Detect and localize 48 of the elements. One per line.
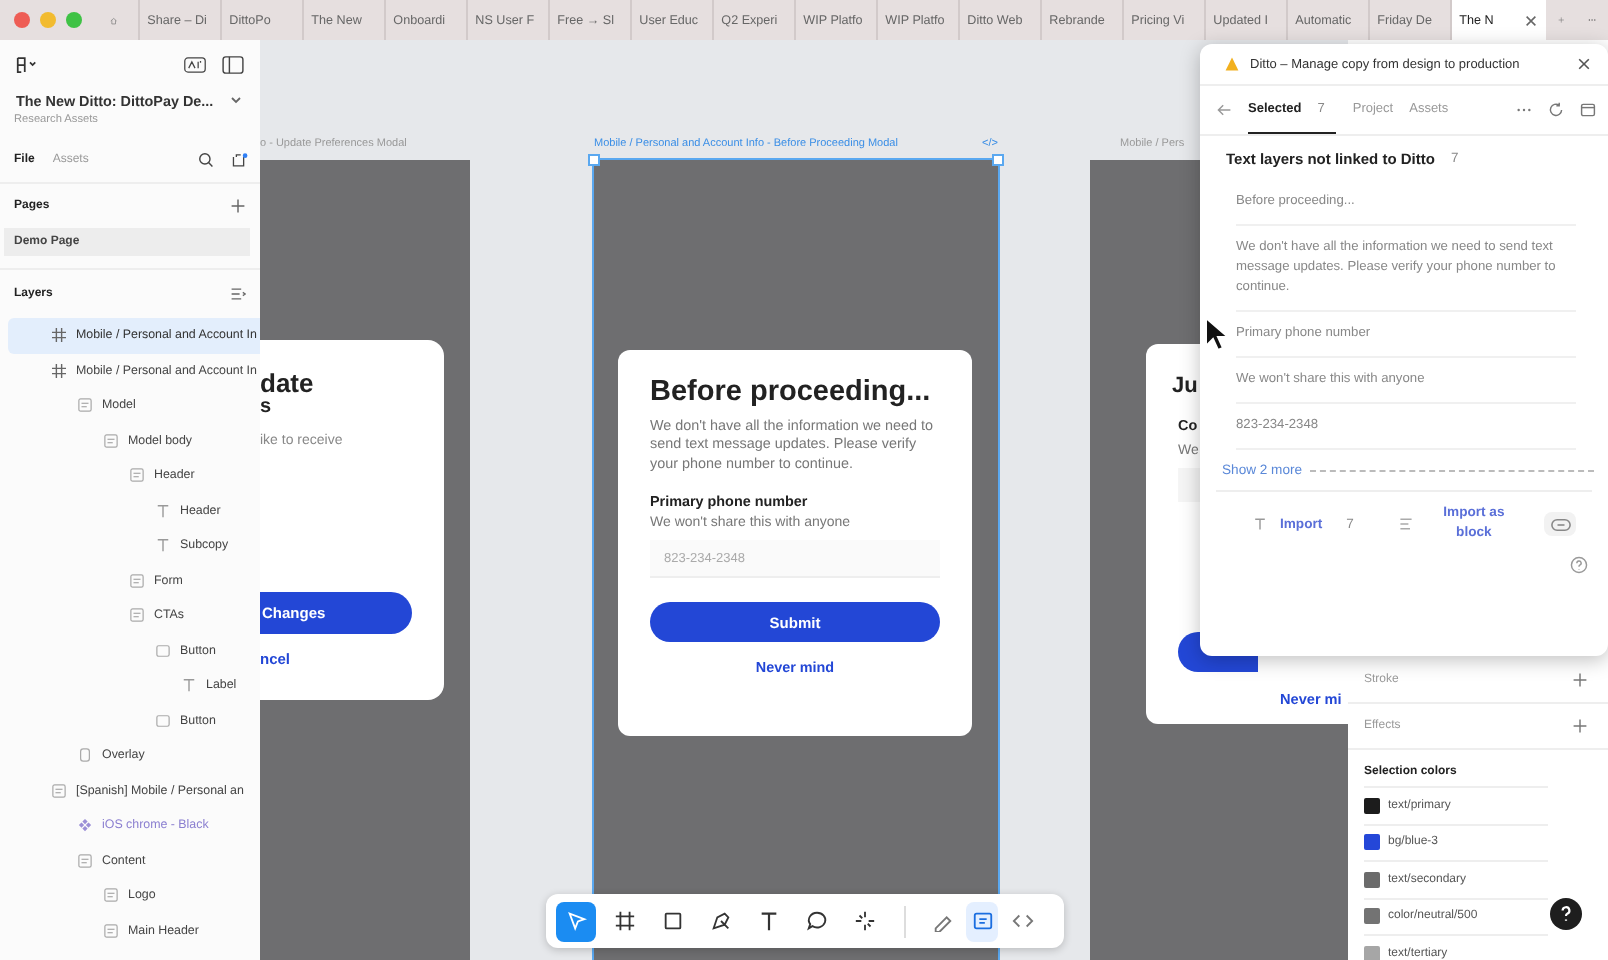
link-icon: [1549, 517, 1571, 531]
instance-icon: [156, 643, 170, 658]
close-window-icon[interactable]: [14, 12, 30, 28]
phone-frame[interactable]: [594, 160, 998, 960]
close-icon[interactable]: [1523, 13, 1538, 27]
help-icon[interactable]: [1550, 898, 1582, 930]
auto-layout-icon: [104, 888, 118, 903]
add-icon[interactable]: [1572, 718, 1588, 734]
ai-icon[interactable]: [184, 55, 206, 73]
resize-handle[interactable]: [992, 154, 1004, 166]
modal-title: Before proceeding...: [650, 376, 933, 408]
close-icon[interactable]: [1576, 56, 1592, 72]
resize-handle[interactable]: [588, 154, 600, 166]
auto-layout-icon: [130, 573, 144, 588]
auto-layout-icon: [78, 853, 92, 868]
library-icon[interactable]: [232, 152, 248, 168]
add-icon[interactable]: [1572, 672, 1588, 688]
component-icon: [78, 818, 92, 833]
frame-icon: [52, 328, 66, 343]
input-field[interactable]: [1178, 468, 1202, 502]
instance-icon: [156, 713, 170, 728]
caret-icon[interactable]: [229, 96, 242, 104]
sidebar-toggle-icon[interactable]: [222, 55, 244, 73]
design-mode-icon[interactable]: [966, 901, 998, 941]
modal-title: Ju: [1172, 374, 1198, 398]
back-arrow-icon[interactable]: [1216, 102, 1232, 118]
text-layer-icon: [156, 503, 170, 518]
link-button[interactable]: [1544, 512, 1576, 536]
auto-layout-icon: [130, 468, 144, 483]
add-icon[interactable]: [230, 198, 246, 214]
auto-layout-icon: [104, 433, 118, 448]
block-icon: [1397, 516, 1414, 532]
refresh-icon[interactable]: [1548, 102, 1564, 118]
text-layer-icon: [156, 538, 170, 553]
text-icon: [1252, 516, 1268, 532]
warning-icon: [1224, 56, 1240, 72]
frame-icon: [52, 363, 66, 378]
collapse-layers-icon[interactable]: [230, 286, 246, 302]
auto-layout-icon: [52, 783, 66, 798]
window-icon[interactable]: [1580, 102, 1596, 118]
auto-layout-icon: [78, 398, 92, 413]
modal-title: s: [260, 396, 272, 418]
text-layer-icon: [182, 678, 196, 693]
search-icon[interactable]: [198, 152, 214, 168]
rectangle-icon: [78, 748, 92, 763]
auto-layout-icon: [130, 608, 144, 623]
auto-layout-icon: [104, 923, 118, 938]
modal-title: date: [260, 368, 314, 398]
